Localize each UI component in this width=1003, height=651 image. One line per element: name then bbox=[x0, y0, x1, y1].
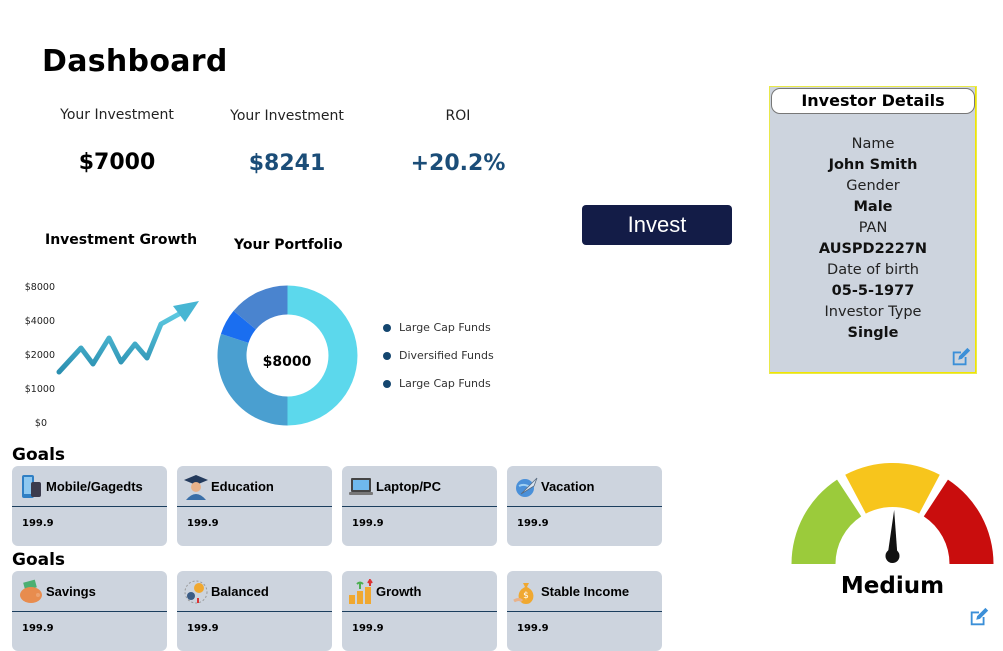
goal-card-vacation[interactable]: Vacation 199.9 bbox=[507, 466, 662, 546]
legend-item: Large Cap Funds bbox=[383, 321, 491, 334]
goal-card-header: Mobile/Gagedts bbox=[12, 466, 167, 507]
goal-card-stable-income[interactable]: $ Stable Income 199.9 bbox=[507, 571, 662, 651]
goal-name: Laptop/PC bbox=[376, 479, 441, 494]
goal-card-header: Education bbox=[177, 466, 332, 507]
investor-type-value: Single bbox=[847, 325, 899, 341]
gauge-hub bbox=[885, 549, 900, 563]
goal-card-growth[interactable]: Growth 199.9 bbox=[342, 571, 497, 651]
goal-name: Growth bbox=[376, 584, 422, 599]
goal-name: Stable Income bbox=[541, 584, 630, 599]
donut-slice-1 bbox=[217, 333, 288, 426]
legend-label: Large Cap Funds bbox=[399, 377, 491, 390]
stat-label-roi: ROI bbox=[445, 108, 471, 124]
edit-investor-icon[interactable] bbox=[950, 346, 972, 368]
goal-amount: 199.9 bbox=[187, 623, 219, 634]
divider bbox=[507, 506, 662, 507]
money-bag-icon: $ bbox=[513, 579, 539, 605]
investor-gender-value: Male bbox=[853, 199, 893, 215]
investor-name-label: Name bbox=[851, 136, 895, 152]
divider bbox=[177, 506, 332, 507]
goal-name: Education bbox=[211, 479, 274, 494]
divider bbox=[12, 611, 167, 612]
goal-name: Mobile/Gagedts bbox=[46, 479, 143, 494]
growth-chart-title: Investment Growth bbox=[45, 232, 198, 248]
investor-type-label: Investor Type bbox=[824, 304, 922, 320]
investor-pan-label: PAN bbox=[858, 220, 888, 236]
risk-gauge bbox=[791, 463, 994, 564]
edit-risk-icon[interactable] bbox=[968, 606, 990, 628]
investor-dob-value: 05-5-1977 bbox=[831, 283, 915, 299]
stat-value-current-investment: $8241 bbox=[248, 151, 326, 176]
goal-card-header: Vacation bbox=[507, 466, 662, 507]
goal-card-savings[interactable]: Savings 199.9 bbox=[12, 571, 167, 651]
portfolio-title: Your Portfolio bbox=[234, 237, 343, 253]
goals-heading: Goals bbox=[12, 550, 66, 570]
legend-label: Large Cap Funds bbox=[399, 321, 491, 334]
wallet-icon bbox=[18, 579, 44, 605]
growth-tick: $0 bbox=[34, 418, 47, 429]
risk-level-label: Medium bbox=[840, 573, 945, 599]
stat-value-roi: +20.2% bbox=[410, 151, 506, 176]
goal-amount: 199.9 bbox=[352, 518, 384, 529]
investor-fields: Name John Smith Gender Male PAN AUSPD222… bbox=[770, 134, 976, 344]
stat-value-investment: $7000 bbox=[78, 150, 156, 175]
investor-details-title: Investor Details bbox=[771, 88, 975, 114]
investor-dob-label: Date of birth bbox=[827, 262, 919, 278]
laptop-icon bbox=[348, 474, 374, 500]
goals-heading: Goals bbox=[12, 445, 66, 465]
legend-dot bbox=[383, 351, 391, 360]
divider bbox=[177, 611, 332, 612]
goal-card-balanced[interactable]: Balanced 199.9 bbox=[177, 571, 332, 651]
gauge-segment-1 bbox=[845, 463, 940, 514]
goal-amount: 199.9 bbox=[517, 623, 549, 634]
goal-name: Vacation bbox=[541, 479, 595, 494]
stat-label-investment: Your Investment bbox=[60, 107, 174, 123]
divider bbox=[12, 506, 167, 507]
growth-tick: $2000 bbox=[24, 350, 55, 361]
mobile-icon bbox=[18, 474, 44, 500]
goal-amount: 199.9 bbox=[517, 518, 549, 529]
goal-amount: 199.9 bbox=[352, 623, 384, 634]
growth-tick: $4000 bbox=[24, 316, 55, 327]
investor-name-value: John Smith bbox=[828, 157, 918, 173]
growth-icon bbox=[348, 578, 374, 605]
legend-label: Diversified Funds bbox=[399, 349, 494, 362]
gauge-segment-2 bbox=[923, 479, 994, 564]
investor-gender-label: Gender bbox=[846, 178, 900, 194]
invest-button[interactable]: Invest bbox=[582, 205, 732, 245]
goal-card-mobile[interactable]: Mobile/Gagedts 199.9 bbox=[12, 466, 167, 546]
investor-pan-value: AUSPD2227N bbox=[818, 241, 928, 257]
coin-icon bbox=[183, 579, 209, 605]
graduate-icon bbox=[183, 474, 209, 500]
svg-text:$: $ bbox=[523, 591, 529, 601]
legend-item: Large Cap Funds bbox=[383, 377, 491, 390]
goal-amount: 199.9 bbox=[187, 518, 219, 529]
goal-card-header: Laptop/PC bbox=[342, 466, 497, 507]
growth-tick: $8000 bbox=[24, 282, 55, 293]
goal-card-header: $ Stable Income bbox=[507, 571, 662, 612]
goal-amount: 199.9 bbox=[22, 518, 54, 529]
growth-tick: $1000 bbox=[24, 384, 55, 395]
gauge-segment-0 bbox=[791, 479, 862, 564]
legend-dot bbox=[383, 379, 391, 388]
stat-label-current-investment: Your Investment bbox=[230, 108, 344, 124]
legend-dot bbox=[383, 323, 391, 332]
divider bbox=[342, 611, 497, 612]
goal-amount: 199.9 bbox=[22, 623, 54, 634]
goal-card-header: Growth bbox=[342, 571, 497, 612]
plane-icon bbox=[513, 474, 539, 500]
portfolio-center-label: $8000 bbox=[262, 354, 312, 370]
divider bbox=[507, 611, 662, 612]
divider bbox=[342, 506, 497, 507]
goal-card-education[interactable]: Education 199.9 bbox=[177, 466, 332, 546]
legend-item: Diversified Funds bbox=[383, 349, 494, 362]
goal-card-header: Savings bbox=[12, 571, 167, 612]
page-title: Dashboard bbox=[42, 44, 228, 79]
goal-name: Savings bbox=[46, 584, 96, 599]
goal-name: Balanced bbox=[211, 584, 269, 599]
growth-arrow-icon bbox=[56, 301, 199, 375]
goal-card-header: Balanced bbox=[177, 571, 332, 612]
goal-card-laptop[interactable]: Laptop/PC 199.9 bbox=[342, 466, 497, 546]
